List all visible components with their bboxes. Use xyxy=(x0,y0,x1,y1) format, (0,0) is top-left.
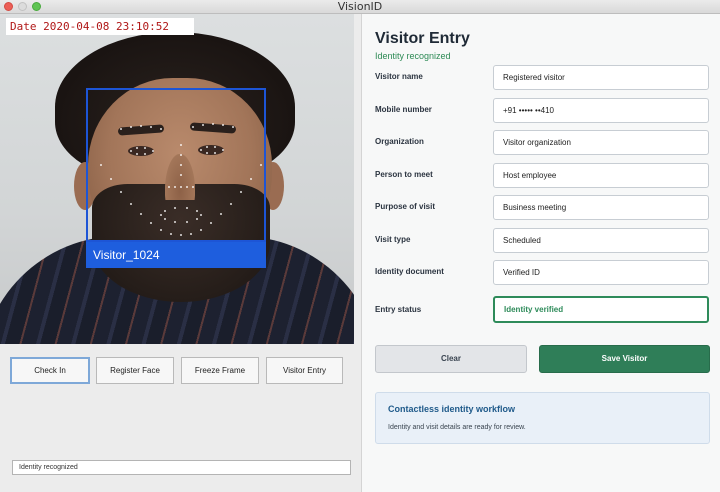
identity-document-label: Identity document xyxy=(375,267,444,276)
info-card-body: Identity and visit details are ready for… xyxy=(388,424,526,431)
camera-action-bar: Check In Register Face Freeze Frame Visi… xyxy=(0,357,354,384)
left-lower-area xyxy=(0,404,354,492)
visitor-name-field[interactable]: Registered visitor xyxy=(493,65,709,90)
status-field: Identity recognized xyxy=(12,460,351,475)
visitor-name-label: Visitor name xyxy=(375,72,423,81)
camera-feed: Visitor_1024 Date 2020-04-08 23:10:52 xyxy=(0,14,354,344)
face-detection-box xyxy=(86,88,266,242)
visit-type-field[interactable]: Scheduled xyxy=(493,228,709,253)
form-subtitle: Identity recognized xyxy=(375,51,451,61)
mobile-number-label: Mobile number xyxy=(375,105,432,114)
info-card: Contactless identity workflow Identity a… xyxy=(375,392,710,444)
register-face-button[interactable]: Register Face xyxy=(96,357,174,384)
freeze-frame-button[interactable]: Freeze Frame xyxy=(181,357,259,384)
check-in-button[interactable]: Check In xyxy=(10,357,90,384)
organization-field[interactable]: Visitor organization xyxy=(493,130,709,155)
person-to-meet-label: Person to meet xyxy=(375,170,433,179)
window-title: VisionID xyxy=(337,0,383,13)
organization-label: Organization xyxy=(375,137,424,146)
title-bar: VisionID xyxy=(0,0,720,14)
entry-status-field[interactable]: Identity verified xyxy=(493,296,709,323)
form-title: Visitor Entry xyxy=(375,30,470,47)
face-label: Visitor_1024 xyxy=(86,242,266,268)
visitor-entry-panel: Visitor Entry Identity recognized Visito… xyxy=(362,14,720,492)
identity-document-field[interactable]: Verified ID xyxy=(493,260,709,285)
clear-button[interactable]: Clear xyxy=(375,345,527,373)
purpose-of-visit-label: Purpose of visit xyxy=(375,202,436,211)
save-visitor-button[interactable]: Save Visitor xyxy=(539,345,710,373)
visitor-entry-button[interactable]: Visitor Entry xyxy=(266,357,343,384)
visit-type-label: Visit type xyxy=(375,235,411,244)
camera-pane: Visitor_1024 Date 2020-04-08 23:10:52 Ch… xyxy=(0,14,362,492)
purpose-of-visit-field[interactable]: Business meeting xyxy=(493,195,709,220)
person-to-meet-field[interactable]: Host employee xyxy=(493,163,709,188)
info-card-title: Contactless identity workflow xyxy=(388,404,516,414)
mobile-number-field[interactable]: +91 ••••• ••410 xyxy=(493,98,709,123)
date-stamp: Date 2020-04-08 23:10:52 xyxy=(6,18,194,35)
entry-status-label: Entry status xyxy=(375,305,422,314)
